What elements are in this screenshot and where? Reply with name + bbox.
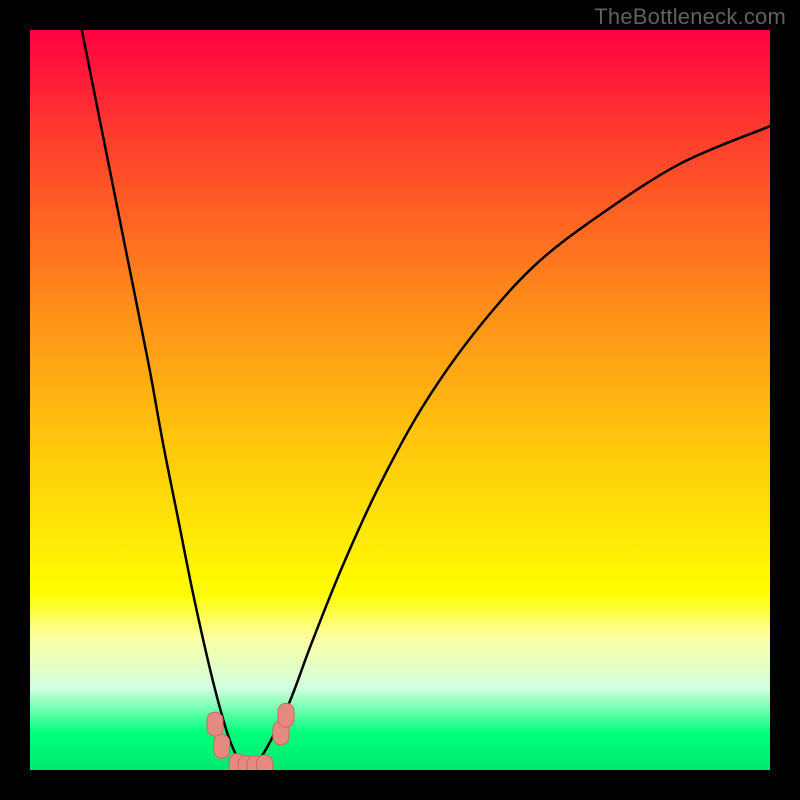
data-marker xyxy=(214,734,230,758)
plot-area xyxy=(30,30,770,770)
marker-layer xyxy=(207,703,294,770)
chart-frame: TheBottleneck.com xyxy=(0,0,800,800)
data-marker xyxy=(278,703,294,727)
watermark-text: TheBottleneck.com xyxy=(594,4,786,30)
data-marker xyxy=(257,755,273,770)
curve-layer xyxy=(30,30,770,770)
data-marker xyxy=(207,712,223,736)
bottleneck-curve-left xyxy=(82,30,252,770)
bottleneck-curve-right xyxy=(252,126,770,770)
